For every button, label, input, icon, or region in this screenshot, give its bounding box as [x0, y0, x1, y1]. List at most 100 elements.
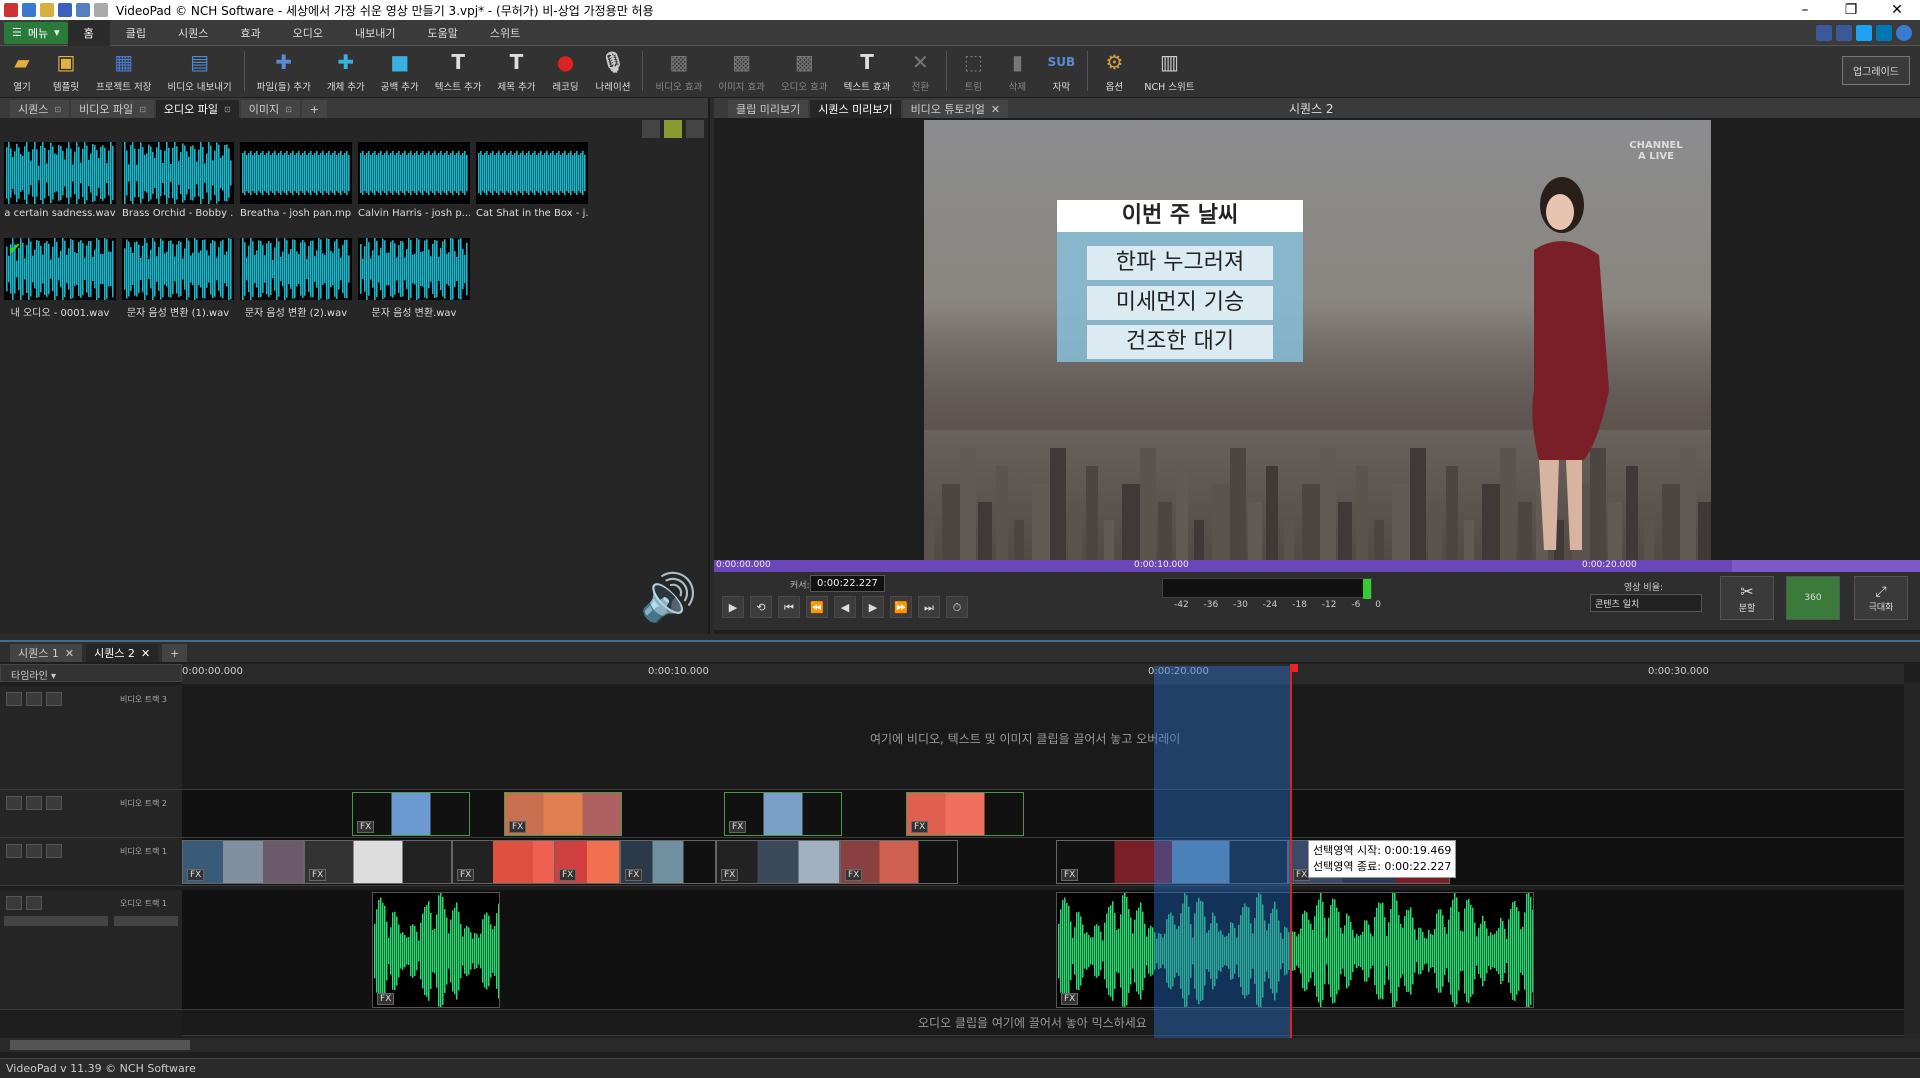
fx-icon[interactable]: FX	[1061, 869, 1079, 881]
collapse-icon[interactable]	[6, 796, 22, 810]
eye-icon[interactable]	[26, 692, 42, 706]
bin-tab-audio[interactable]: 오디오 파일 ⊡	[155, 100, 239, 118]
fullscreen-button[interactable]: ⤢ 극대화	[1854, 576, 1908, 620]
bin-clip[interactable]: 문자 음성 변환 (1).wav	[122, 238, 234, 319]
pan-slider[interactable]	[114, 916, 178, 926]
add-blank-button[interactable]: ■ 공백 추가	[373, 45, 427, 97]
open-icon[interactable]	[40, 3, 54, 17]
audio-track-1[interactable]: FX FX	[182, 890, 1904, 1010]
prev-clip-button[interactable]: ⏪	[806, 596, 828, 618]
video-clip[interactable]: FX	[620, 840, 716, 884]
speaker-icon[interactable]: 🔊	[640, 570, 697, 625]
bin-clip[interactable]: Breatha - josh pan.mp3	[240, 142, 352, 219]
trash-icon[interactable]	[642, 120, 660, 138]
image-effects-button[interactable]: ▩ 이미지 효과	[710, 45, 773, 97]
fx-icon[interactable]: FX	[729, 821, 747, 833]
list-view-icon[interactable]	[686, 120, 704, 138]
close-button[interactable]: ✕	[1874, 2, 1920, 18]
bin-clip[interactable]: Cat Shat in the Box - j...	[476, 142, 588, 219]
video-clip[interactable]: FX	[906, 792, 1024, 836]
video-track-3[interactable]: 여기에 비디오, 텍스트 및 이미지 클립을 끌어서 놓고 오버레이	[182, 686, 1904, 790]
fx-icon[interactable]: FX	[457, 869, 475, 881]
tab-sequence[interactable]: 시퀀스	[162, 20, 224, 46]
delete-button[interactable]: ▮ 삭제	[995, 45, 1039, 97]
cursor-time[interactable]: 0:00:22.227	[810, 575, 885, 592]
bin-tab-video[interactable]: 비디오 파일 ⊡	[71, 100, 154, 118]
fx-icon[interactable]: FX	[845, 869, 863, 881]
audio-clip[interactable]: FX	[372, 892, 500, 1008]
close-icon[interactable]: ✕	[141, 647, 150, 660]
loop-button[interactable]: ⟲	[750, 596, 772, 618]
tab-sequence-preview[interactable]: 시퀀스 미리보기	[810, 100, 901, 118]
options-button[interactable]: ⚙ 옵션	[1092, 45, 1136, 97]
video-effects-button[interactable]: ▩ 비디오 효과	[647, 45, 710, 97]
save-icon[interactable]	[58, 3, 72, 17]
menu-button[interactable]: ☰ 메뉴 ▾	[4, 21, 68, 44]
seq-tab-1[interactable]: 시퀀스 1 ✕	[10, 644, 83, 662]
facebook-icon[interactable]	[1836, 24, 1852, 41]
bin-tab-sequence[interactable]: 시퀀스 ⊡	[10, 100, 70, 118]
split-button[interactable]: ✂ 분할	[1720, 576, 1774, 620]
tab-help[interactable]: 도움말	[412, 20, 474, 46]
speed-button[interactable]: ⏱	[946, 596, 968, 618]
bin-clip[interactable]: Calvin Harris - josh p...	[358, 142, 470, 219]
fx-icon[interactable]: FX	[309, 869, 327, 881]
tab-home[interactable]: 홈	[67, 19, 110, 46]
add-bin-button[interactable]: +	[301, 100, 327, 118]
tab-clip[interactable]: 클립	[110, 20, 162, 46]
add-object-button[interactable]: ✚ 개체 추가	[319, 45, 373, 97]
collapse-icon[interactable]	[6, 896, 22, 910]
redo-icon[interactable]	[94, 3, 108, 17]
play-button[interactable]: ▶	[722, 596, 744, 618]
close-icon[interactable]: ✕	[991, 103, 1000, 116]
bin-clip[interactable]: a certain sadness.wav	[4, 142, 116, 219]
help-icon[interactable]	[1896, 24, 1912, 41]
video-track-1[interactable]: FX FX FX FX FX FX FX FX FX	[182, 838, 1904, 886]
template-button[interactable]: ▣ 템플릿	[44, 45, 88, 97]
subtitle-button[interactable]: SUB 자막	[1039, 45, 1083, 97]
restore-button[interactable]: ❐	[1828, 2, 1874, 18]
bin-clip[interactable]: ✔ 내 오디오 - 0001.wav	[4, 238, 116, 319]
bin-clip[interactable]: 문자 음성 변환 (2).wav	[240, 238, 352, 319]
minimize-button[interactable]: –	[1782, 2, 1828, 18]
eye-icon[interactable]	[26, 796, 42, 810]
fx-icon[interactable]: FX	[377, 993, 395, 1005]
fx-icon[interactable]: FX	[509, 821, 527, 833]
open-button[interactable]: ▰ 열기	[0, 45, 44, 97]
expand-icon[interactable]	[6, 692, 22, 706]
tab-effects[interactable]: 효과	[224, 20, 276, 46]
video-clip[interactable]: FX	[352, 792, 470, 836]
audio-clip[interactable]: FX	[1056, 892, 1534, 1008]
video-clip[interactable]: FX	[554, 840, 620, 884]
transition-button[interactable]: ✕ 전환	[898, 45, 942, 97]
fx-icon[interactable]: FX	[357, 821, 375, 833]
seq-tab-2[interactable]: 시퀀스 2 ✕	[86, 644, 159, 662]
export-video-button[interactable]: ▤ 비디오 내보내기	[159, 45, 239, 97]
tab-suite[interactable]: 스위트	[474, 20, 536, 46]
vertical-scrollbar[interactable]	[1904, 682, 1920, 1038]
fx-icon[interactable]: FX	[721, 869, 739, 881]
video-clip[interactable]: FX	[504, 792, 622, 836]
linkedin-icon[interactable]	[1876, 24, 1892, 41]
selection-region[interactable]	[1154, 666, 1292, 1038]
step-forward-button[interactable]: ▶	[862, 596, 884, 618]
eye-icon[interactable]	[26, 844, 42, 858]
add-title-button[interactable]: T 제목 추가	[490, 45, 544, 97]
video-track-2[interactable]: FX FX FX FX	[182, 790, 1904, 838]
text-effects-button[interactable]: T 텍스트 효과	[836, 45, 899, 97]
video-clip[interactable]: FX	[716, 840, 840, 884]
fx-icon[interactable]: FX	[1061, 993, 1079, 1005]
vr-360-button[interactable]: 360	[1786, 576, 1840, 620]
tab-audio[interactable]: 오디오	[277, 20, 339, 46]
video-clip[interactable]: FX	[182, 840, 304, 884]
speaker-icon[interactable]	[26, 896, 42, 910]
bin-tab-images[interactable]: 이미지 ⊡	[240, 100, 300, 118]
nch-suite-button[interactable]: ▥ NCH 스위트	[1136, 45, 1202, 97]
add-files-button[interactable]: ✚ 파일(들) 추가	[249, 45, 319, 97]
twitter-icon[interactable]	[1856, 24, 1872, 41]
fx-icon[interactable]: FX	[911, 821, 929, 833]
audio-effects-button[interactable]: ▩ 오디오 효과	[773, 45, 836, 97]
fx-icon[interactable]: FX	[187, 869, 205, 881]
tab-clip-preview[interactable]: 클립 미리보기	[728, 100, 809, 118]
bin-clip[interactable]: 문자 음성 변환.wav	[358, 238, 470, 319]
